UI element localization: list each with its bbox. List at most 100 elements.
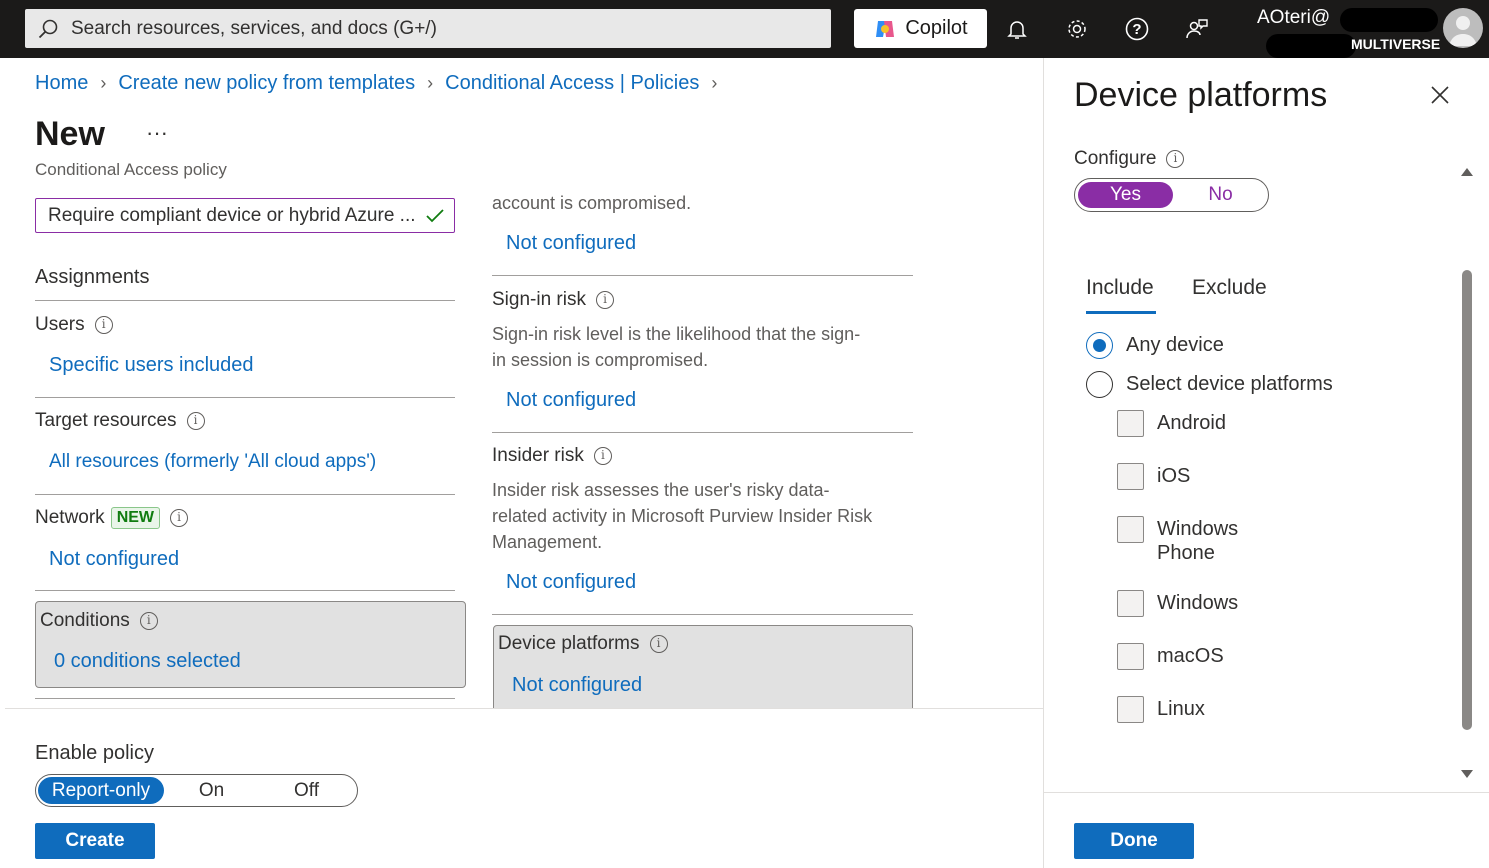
checkbox[interactable] bbox=[1117, 516, 1144, 543]
new-badge: NEW bbox=[110, 507, 161, 529]
checkbox-label: Windows Phone bbox=[1157, 518, 1239, 564]
users-link[interactable]: Specific users included bbox=[49, 354, 254, 377]
device-platforms-link[interactable]: Not configured bbox=[512, 674, 642, 697]
divider bbox=[35, 397, 455, 398]
create-button[interactable]: Create bbox=[35, 823, 155, 859]
configure-yes[interactable]: Yes bbox=[1078, 182, 1173, 208]
breadcrumb-home[interactable]: Home bbox=[35, 72, 88, 95]
tenant-name: MULTIVERSE bbox=[1351, 36, 1441, 52]
info-icon[interactable]: i bbox=[186, 412, 205, 430]
conditions-label-text: Conditions bbox=[40, 610, 130, 631]
configure-no[interactable]: No bbox=[1173, 184, 1268, 206]
info-icon[interactable]: i bbox=[139, 612, 158, 630]
sign-in-risk-description-line: in session is compromised. bbox=[492, 350, 709, 370]
checkbox-label: iOS bbox=[1157, 465, 1191, 487]
checkbox[interactable] bbox=[1117, 463, 1144, 490]
policy-name-input[interactable]: Require compliant device or hybrid Azure… bbox=[35, 198, 455, 233]
radio-select-platforms[interactable]: Select device platforms bbox=[1086, 371, 1333, 398]
global-search[interactable]: Search resources, services, and docs (G+… bbox=[25, 9, 831, 48]
sign-in-risk-link[interactable]: Not configured bbox=[506, 389, 636, 412]
redacted-email bbox=[1340, 8, 1438, 32]
insider-risk-description-line: Insider risk assesses the user's risky d… bbox=[492, 480, 830, 500]
close-icon[interactable] bbox=[1429, 84, 1451, 106]
checkbox-label: Android bbox=[1157, 412, 1226, 434]
radio-any-device[interactable]: Any device bbox=[1086, 332, 1224, 359]
user-risk-link[interactable]: Not configured bbox=[506, 232, 636, 255]
checkbox-label: Windows bbox=[1157, 592, 1239, 614]
active-tab-indicator bbox=[1086, 311, 1156, 314]
off-option[interactable]: Off bbox=[259, 777, 354, 804]
checkbox[interactable] bbox=[1117, 410, 1144, 437]
conditions-label: Conditions i bbox=[40, 610, 158, 632]
insider-risk-description-line: related activity in Microsoft Purview In… bbox=[492, 506, 873, 526]
checkmark-icon bbox=[426, 209, 444, 223]
info-icon[interactable]: i bbox=[170, 509, 189, 527]
device-platforms-label: Device platforms i bbox=[498, 633, 668, 655]
insider-risk-link[interactable]: Not configured bbox=[506, 571, 636, 594]
info-icon[interactable]: i bbox=[1166, 150, 1185, 168]
checkbox-linux[interactable]: Linux bbox=[1117, 696, 1205, 723]
settings-gear-icon[interactable] bbox=[1062, 14, 1092, 44]
breadcrumb: Home › Create new policy from templates … bbox=[35, 72, 717, 95]
top-bar: Search resources, services, and docs (G+… bbox=[0, 0, 1489, 58]
network-link[interactable]: Not configured bbox=[49, 548, 179, 571]
help-icon[interactable]: ? bbox=[1122, 14, 1152, 44]
enable-policy-label: Enable policy bbox=[35, 742, 154, 764]
policy-name-value: Require compliant device or hybrid Azure… bbox=[48, 204, 416, 226]
checkbox-label: macOS bbox=[1157, 645, 1224, 667]
redacted-tenant bbox=[1266, 34, 1356, 58]
checkbox[interactable] bbox=[1117, 643, 1144, 670]
device-platforms-label-text: Device platforms bbox=[498, 633, 640, 654]
copilot-label: Copilot bbox=[905, 17, 968, 39]
on-option[interactable]: On bbox=[164, 777, 259, 804]
breadcrumb-templates[interactable]: Create new policy from templates bbox=[118, 72, 415, 95]
chevron-right-icon: › bbox=[427, 73, 434, 93]
info-icon[interactable]: i bbox=[595, 291, 614, 309]
more-options-button[interactable]: ··· bbox=[146, 120, 168, 146]
tab-include[interactable]: Include bbox=[1086, 276, 1154, 300]
insider-risk-label-text: Insider risk bbox=[492, 445, 584, 466]
checkbox-android[interactable]: Android bbox=[1117, 410, 1226, 437]
breadcrumb-policies[interactable]: Conditional Access | Policies bbox=[445, 72, 699, 95]
sign-in-risk-description-line: Sign-in risk level is the likelihood tha… bbox=[492, 324, 861, 344]
checkbox[interactable] bbox=[1117, 590, 1144, 617]
radio-label: Select device platforms bbox=[1126, 373, 1333, 395]
checkbox-windows[interactable]: Windows bbox=[1117, 590, 1238, 617]
divider bbox=[492, 432, 913, 433]
done-button[interactable]: Done bbox=[1074, 823, 1194, 859]
notifications-icon[interactable] bbox=[1002, 14, 1032, 44]
configure-toggle: Yes No bbox=[1074, 178, 1269, 212]
checkbox-macos[interactable]: macOS bbox=[1117, 643, 1224, 670]
info-icon[interactable]: i bbox=[649, 635, 668, 653]
checkbox-windows-phone[interactable]: Windows Phone bbox=[1117, 516, 1239, 565]
network-label: Network NEW i bbox=[35, 507, 189, 529]
info-icon[interactable]: i bbox=[94, 316, 113, 334]
divider bbox=[35, 300, 455, 301]
checkbox[interactable] bbox=[1117, 696, 1144, 723]
conditions-link[interactable]: 0 conditions selected bbox=[54, 650, 241, 673]
network-label-text: Network bbox=[35, 507, 105, 528]
sign-in-risk-label-text: Sign-in risk bbox=[492, 289, 586, 310]
radio-button[interactable] bbox=[1086, 332, 1113, 359]
chevron-right-icon: › bbox=[711, 73, 718, 93]
target-resources-link[interactable]: All resources (formerly 'All cloud apps'… bbox=[49, 451, 376, 473]
report-only-option[interactable]: Report-only bbox=[38, 777, 164, 804]
feedback-icon[interactable] bbox=[1182, 14, 1212, 44]
radio-button[interactable] bbox=[1086, 371, 1113, 398]
avatar[interactable] bbox=[1443, 8, 1483, 48]
target-resources-label-text: Target resources bbox=[35, 410, 177, 431]
copilot-icon bbox=[876, 20, 895, 37]
copilot-button[interactable]: Copilot bbox=[854, 9, 987, 48]
scroll-down-arrow-icon[interactable] bbox=[1460, 768, 1474, 780]
scrollbar-thumb[interactable] bbox=[1462, 270, 1472, 730]
divider bbox=[492, 614, 913, 615]
users-label: Users i bbox=[35, 314, 113, 336]
checkbox-ios[interactable]: iOS bbox=[1117, 463, 1190, 490]
scroll-up-arrow-icon[interactable] bbox=[1460, 166, 1474, 178]
tab-exclude[interactable]: Exclude bbox=[1192, 276, 1267, 300]
svg-text:?: ? bbox=[1132, 21, 1141, 38]
info-icon[interactable]: i bbox=[593, 447, 612, 465]
assignments-heading: Assignments bbox=[35, 266, 150, 288]
divider bbox=[1044, 792, 1489, 793]
radio-label: Any device bbox=[1126, 334, 1224, 356]
